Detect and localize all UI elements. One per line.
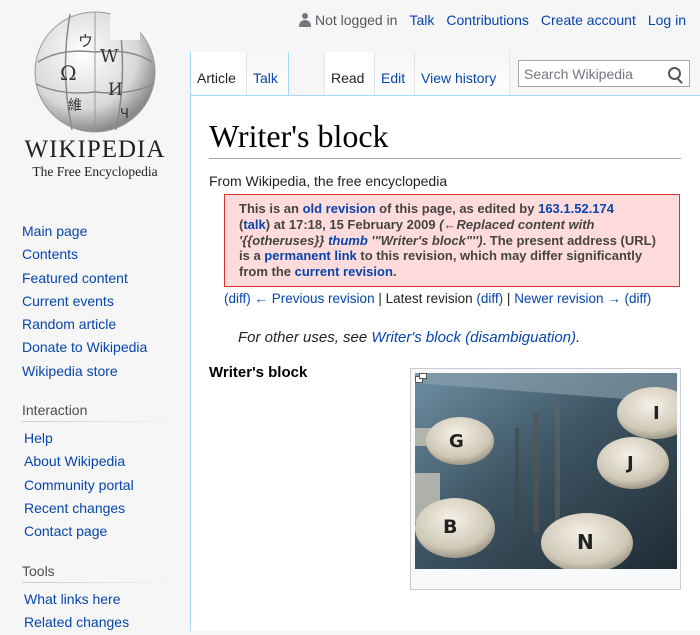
diff-previous-link[interactable]: (diff) bbox=[224, 291, 251, 306]
infobox-title: Writer's block bbox=[209, 364, 308, 381]
globe-glyph: W bbox=[100, 46, 119, 67]
tab-talk[interactable]: Talk bbox=[246, 52, 288, 95]
sidebar-item-community-portal[interactable]: Community portal bbox=[24, 477, 134, 493]
previous-revision-link[interactable]: ← Previous revision bbox=[255, 291, 375, 306]
sidebar-heading-interaction: Interaction bbox=[22, 402, 88, 418]
sidebar-item-contents[interactable]: Contents bbox=[22, 246, 78, 262]
logo-wordmark: WIKIPEDIA bbox=[24, 136, 166, 163]
tab-article[interactable]: Article bbox=[190, 52, 246, 95]
globe-glyph: Ω bbox=[60, 61, 77, 85]
key-label: I bbox=[653, 403, 660, 424]
sidebar-item-related-changes[interactable]: Related changes bbox=[24, 614, 129, 630]
sidebar-item-donate[interactable]: Donate to Wikipedia bbox=[22, 339, 147, 355]
newer-revision-link[interactable]: Newer revision → bbox=[514, 291, 621, 306]
create-account-link[interactable]: Create account bbox=[541, 12, 636, 28]
wikipedia-logo[interactable]: Ω W И 維 ウ Ч WIKIPEDIA The Free Encyclope… bbox=[0, 0, 190, 195]
user-icon bbox=[298, 13, 311, 27]
current-revision-link[interactable]: current revision bbox=[295, 264, 393, 279]
diff-latest-link[interactable]: (diff) bbox=[476, 291, 503, 306]
search-icon[interactable] bbox=[668, 67, 681, 80]
globe-glyph: И bbox=[108, 80, 123, 100]
personal-tools: Not logged in Talk Contributions Create … bbox=[298, 12, 686, 28]
key-label: G bbox=[449, 431, 464, 452]
content-area: Writer's block From Wikipedia, the free … bbox=[190, 95, 700, 631]
sidebar-interaction: Help About Wikipedia Community portal Re… bbox=[24, 427, 134, 543]
search-input[interactable] bbox=[519, 61, 664, 86]
hatnote: For other uses, see Writer's block (disa… bbox=[238, 329, 581, 346]
sidebar-item-main-page[interactable]: Main page bbox=[22, 223, 87, 239]
sidebar-item-recent-changes[interactable]: Recent changes bbox=[24, 500, 125, 516]
typewriter-keys-image[interactable]: G I J B N bbox=[415, 373, 677, 569]
tabs-gap bbox=[288, 52, 324, 95]
sidebar-item-contact[interactable]: Contact page bbox=[24, 523, 107, 539]
search-box bbox=[518, 60, 690, 87]
enlarge-icon[interactable] bbox=[415, 373, 427, 383]
sidebar-divider bbox=[22, 582, 178, 583]
not-logged-in-label: Not logged in bbox=[314, 12, 398, 28]
not-logged-in-status: Not logged in bbox=[298, 12, 398, 28]
sidebar-divider bbox=[22, 421, 178, 422]
log-in-link[interactable]: Log in bbox=[648, 12, 686, 28]
thumb-link[interactable]: thumb bbox=[328, 233, 368, 248]
tab-edit[interactable]: Edit bbox=[374, 52, 414, 95]
sidebar-item-random-article[interactable]: Random article bbox=[22, 316, 116, 332]
title-divider bbox=[209, 158, 681, 159]
diff-newer-link[interactable]: (diff) bbox=[624, 291, 651, 306]
article-image-thumbnail: G I J B N bbox=[410, 368, 681, 590]
sidebar-tools: What links here Related changes bbox=[24, 588, 129, 635]
sidebar-item-about[interactable]: About Wikipedia bbox=[24, 453, 125, 469]
sidebar-item-what-links-here[interactable]: What links here bbox=[24, 591, 120, 607]
sidebar-item-help[interactable]: Help bbox=[24, 430, 53, 446]
key-label: N bbox=[577, 530, 594, 554]
sidebar-item-current-events[interactable]: Current events bbox=[22, 293, 114, 309]
latest-revision-label: Latest revision bbox=[385, 291, 473, 306]
old-revision-link[interactable]: old revision bbox=[303, 201, 376, 216]
personal-talk-link[interactable]: Talk bbox=[409, 12, 434, 28]
disambiguation-link[interactable]: Writer's block (disambiguation) bbox=[371, 329, 576, 346]
site-tagline: From Wikipedia, the free encyclopedia bbox=[209, 173, 448, 189]
editor-ip-link[interactable]: 163.1.52.174 bbox=[538, 201, 614, 216]
sidebar-heading-tools: Tools bbox=[22, 563, 55, 579]
page-title: Writer's block bbox=[209, 118, 389, 154]
key-label: B bbox=[443, 516, 457, 538]
key-label: J bbox=[625, 453, 634, 474]
globe-icon: Ω W И 維 ウ Ч bbox=[34, 11, 156, 133]
sidebar-item-store[interactable]: Wikipedia store bbox=[22, 363, 118, 379]
globe-glyph: 維 bbox=[68, 98, 82, 114]
revision-navigation: (diff) ← Previous revision | Latest revi… bbox=[224, 291, 652, 306]
old-revision-notice: This is an old revision of this page, as… bbox=[224, 194, 680, 287]
logo-tagline: The Free Encyclopedia bbox=[32, 164, 158, 179]
tab-view-history[interactable]: View history bbox=[414, 52, 510, 95]
sidebar-item-featured-content[interactable]: Featured content bbox=[22, 270, 128, 286]
editor-talk-link[interactable]: talk bbox=[243, 217, 265, 232]
personal-contributions-link[interactable]: Contributions bbox=[446, 12, 529, 28]
globe-glyph: ウ bbox=[78, 32, 93, 50]
sidebar-navigation: Main page Contents Featured content Curr… bbox=[22, 220, 147, 383]
globe-glyph: Ч bbox=[120, 107, 129, 122]
tab-read[interactable]: Read bbox=[324, 52, 374, 95]
permanent-link[interactable]: permanent link bbox=[264, 248, 356, 263]
